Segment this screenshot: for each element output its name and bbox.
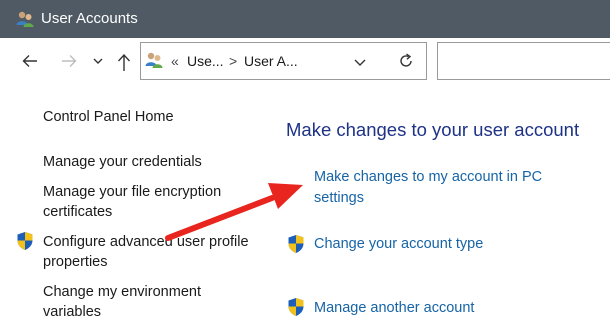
refresh-icon: [400, 53, 412, 67]
left-task-pane: Control Panel Home Manage your credentia…: [0, 86, 260, 326]
address-dropdown-button[interactable]: [353, 56, 367, 74]
change-account-type-link[interactable]: Change your account type: [314, 234, 594, 255]
title-bar: User Accounts: [0, 0, 610, 38]
uac-shield-icon: [287, 297, 305, 317]
arrow-left-icon: [22, 55, 37, 67]
up-button[interactable]: [114, 51, 134, 71]
address-segment-user-accounts[interactable]: User A...: [244, 52, 298, 70]
users-icon: [144, 50, 164, 70]
manage-credentials-link[interactable]: Manage your credentials: [43, 152, 253, 172]
control-panel-home-link[interactable]: Control Panel Home: [43, 107, 253, 127]
chevron-down-icon: [354, 59, 366, 66]
refresh-button[interactable]: [397, 52, 415, 75]
recent-locations-button[interactable]: [91, 51, 105, 71]
users-icon: [15, 9, 35, 29]
search-input[interactable]: [437, 42, 610, 80]
main-content: Make changes to your user account Make c…: [260, 86, 610, 326]
arrow-up-icon: [117, 53, 131, 71]
pc-settings-link[interactable]: Make changes to my account in PC setting…: [314, 167, 574, 209]
manage-file-encryption-link[interactable]: Manage your file encryption certificates: [43, 182, 253, 222]
change-environment-variables-link[interactable]: Change my environment variables: [43, 282, 253, 322]
back-button[interactable]: [20, 51, 40, 71]
chevron-down-icon: [93, 58, 103, 64]
window-title: User Accounts: [41, 10, 138, 27]
forward-button[interactable]: [59, 51, 79, 71]
arrow-right-icon: [62, 55, 77, 67]
navigation-bar: « Use... > User A...: [0, 38, 610, 86]
manage-another-account-link[interactable]: Manage another account: [314, 298, 594, 319]
breadcrumb-separator[interactable]: >: [229, 52, 237, 70]
uac-shield-icon: [287, 234, 305, 254]
address-bar[interactable]: « Use... > User A...: [140, 42, 427, 80]
uac-shield-icon: [16, 231, 34, 251]
address-segment-user-accounts-parent[interactable]: Use...: [187, 52, 224, 70]
address-overflow[interactable]: «: [171, 52, 179, 70]
page-title: Make changes to your user account: [286, 119, 580, 140]
configure-advanced-profile-link[interactable]: Configure advanced user profile properti…: [43, 232, 253, 272]
